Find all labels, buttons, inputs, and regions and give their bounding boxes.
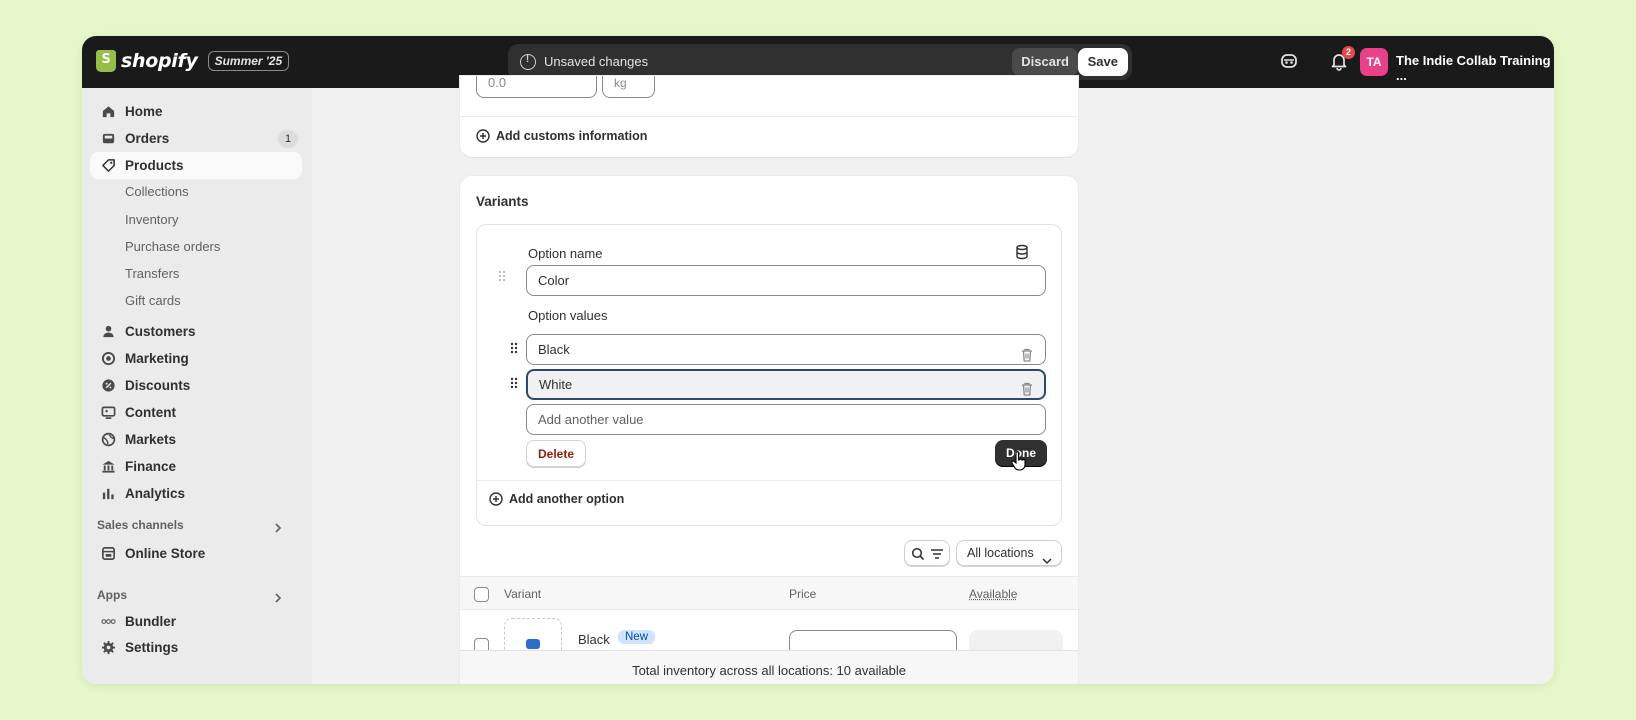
gear-icon [100,640,116,656]
weight-input[interactable]: 0.0 [476,76,597,98]
sidebar-item-settings[interactable]: Settings [90,634,302,661]
bank-icon [100,459,116,475]
search-icon [911,547,925,564]
sidebar-item-analytics[interactable]: Analytics [90,480,302,507]
divider [477,480,1061,481]
chevron-down-icon [1042,549,1052,573]
add-customs-link[interactable]: Add customs information [476,129,647,143]
drag-handle-icon[interactable] [497,269,507,283]
sidebar-item-content[interactable]: Content [90,399,302,426]
notifications-bell-icon[interactable]: 2 [1328,46,1355,72]
target-icon [100,351,116,367]
variants-card: Variants Option name Color Option values… [460,176,1078,684]
table-row[interactable]: Black New [460,610,1078,650]
sidebar-item-customers[interactable]: Customers [90,318,302,345]
available-input[interactable] [969,630,1063,650]
unsaved-changes-bar: Unsaved changes Discard Save [508,44,1132,80]
column-price[interactable]: Price [789,587,816,601]
filter-lines-icon [930,548,944,563]
database-icon[interactable] [1015,244,1029,260]
option-value-input-focused[interactable]: White [526,369,1046,400]
chevron-right-icon[interactable] [272,592,284,604]
drag-handle-icon[interactable] [509,376,519,390]
monitor-icon [100,405,116,421]
store-name[interactable]: The Indie Collab Training ... [1396,53,1554,83]
globe-icon [100,432,116,448]
brand-name: shopify [121,50,198,72]
trash-icon[interactable] [1021,343,1033,362]
alert-circle-icon [520,54,536,70]
sidebar-item-orders[interactable]: Orders 1 [90,125,302,152]
trash-icon[interactable] [1021,378,1033,396]
variant-name: Black [578,632,610,647]
sidebar-subitem-inventory[interactable]: Inventory [125,212,178,227]
inbox-icon [100,131,116,147]
select-all-checkbox[interactable] [474,587,489,602]
weight-unit-select[interactable]: kg [602,76,655,98]
storefront-icon [100,546,116,562]
orders-count-badge: 1 [278,130,298,148]
save-button[interactable]: Save [1077,48,1128,76]
unsaved-message: Unsaved changes [544,54,649,69]
new-badge: New [618,630,656,644]
option-values-label: Option values [528,308,608,323]
sidebar-item-bundler[interactable]: Bundler [90,608,302,635]
column-available[interactable]: Available [969,587,1017,601]
sidebar-item-discounts[interactable]: Discounts [90,372,302,399]
sidebar-item-online-store[interactable]: Online Store [90,540,302,567]
row-checkbox[interactable] [474,638,489,650]
delete-option-button[interactable]: Delete [526,440,586,467]
locations-select[interactable]: All locations [956,540,1062,566]
apps-label[interactable]: Apps [97,588,127,602]
shopify-bag-icon [96,50,116,72]
sidebar-subitem-purchase-orders[interactable]: Purchase orders [125,239,220,254]
sidekick-icon[interactable] [1278,50,1300,72]
sidebar-subitem-collections[interactable]: Collections [125,184,189,199]
sidebar: Home Orders 1 Products Collections Inven… [82,88,312,684]
column-variant[interactable]: Variant [504,587,541,601]
notification-count-badge: 2 [1342,46,1355,59]
plus-circle-icon [476,129,490,143]
bundler-app-icon [100,614,116,630]
home-icon [100,104,116,120]
variants-table-header: Variant Price Available [460,576,1078,610]
plus-circle-icon [489,492,503,506]
sidebar-item-markets[interactable]: Markets [90,426,302,453]
option-value-input[interactable]: Black [526,334,1046,365]
search-filter-button[interactable] [904,540,950,566]
sidebar-item-products[interactable]: Products [90,152,302,179]
option-name-input[interactable]: Color [526,265,1046,296]
drag-handle-icon[interactable] [509,341,519,355]
price-input[interactable] [789,630,957,650]
shopify-logo[interactable]: shopify Summer '25 [96,50,290,72]
edition-badge[interactable]: Summer '25 [207,51,290,71]
discard-button[interactable]: Discard [1012,48,1078,76]
app-window: shopify Summer '25 Unsaved changes Disca… [82,36,1554,684]
divider [460,116,1078,117]
avatar[interactable]: TA [1360,48,1388,76]
bar-chart-icon [100,486,116,502]
option-editor: Option name Color Option values Black Wh… [476,224,1062,526]
variants-title: Variants [476,194,529,209]
sales-channels-label[interactable]: Sales channels [97,518,184,532]
hand-cursor-icon [1011,451,1027,471]
sidebar-subitem-transfers[interactable]: Transfers [125,266,179,281]
total-inventory-footer: Total inventory across all locations: 10… [460,650,1078,684]
shipping-card: 0.0 kg Add customs information [460,76,1078,157]
discount-icon [100,378,116,394]
image-icon [526,639,540,649]
person-icon [100,324,116,340]
sidebar-item-home[interactable]: Home [90,98,302,125]
sidebar-item-finance[interactable]: Finance [90,453,302,480]
tag-icon [100,158,116,174]
add-another-option-link[interactable]: Add another option [489,492,624,506]
chevron-right-icon[interactable] [272,522,284,534]
variant-image-placeholder[interactable] [504,618,562,650]
add-value-input[interactable]: Add another value [526,404,1046,435]
sidebar-subitem-gift-cards[interactable]: Gift cards [125,293,181,308]
sidebar-item-marketing[interactable]: Marketing [90,345,302,372]
option-name-label: Option name [528,246,603,261]
